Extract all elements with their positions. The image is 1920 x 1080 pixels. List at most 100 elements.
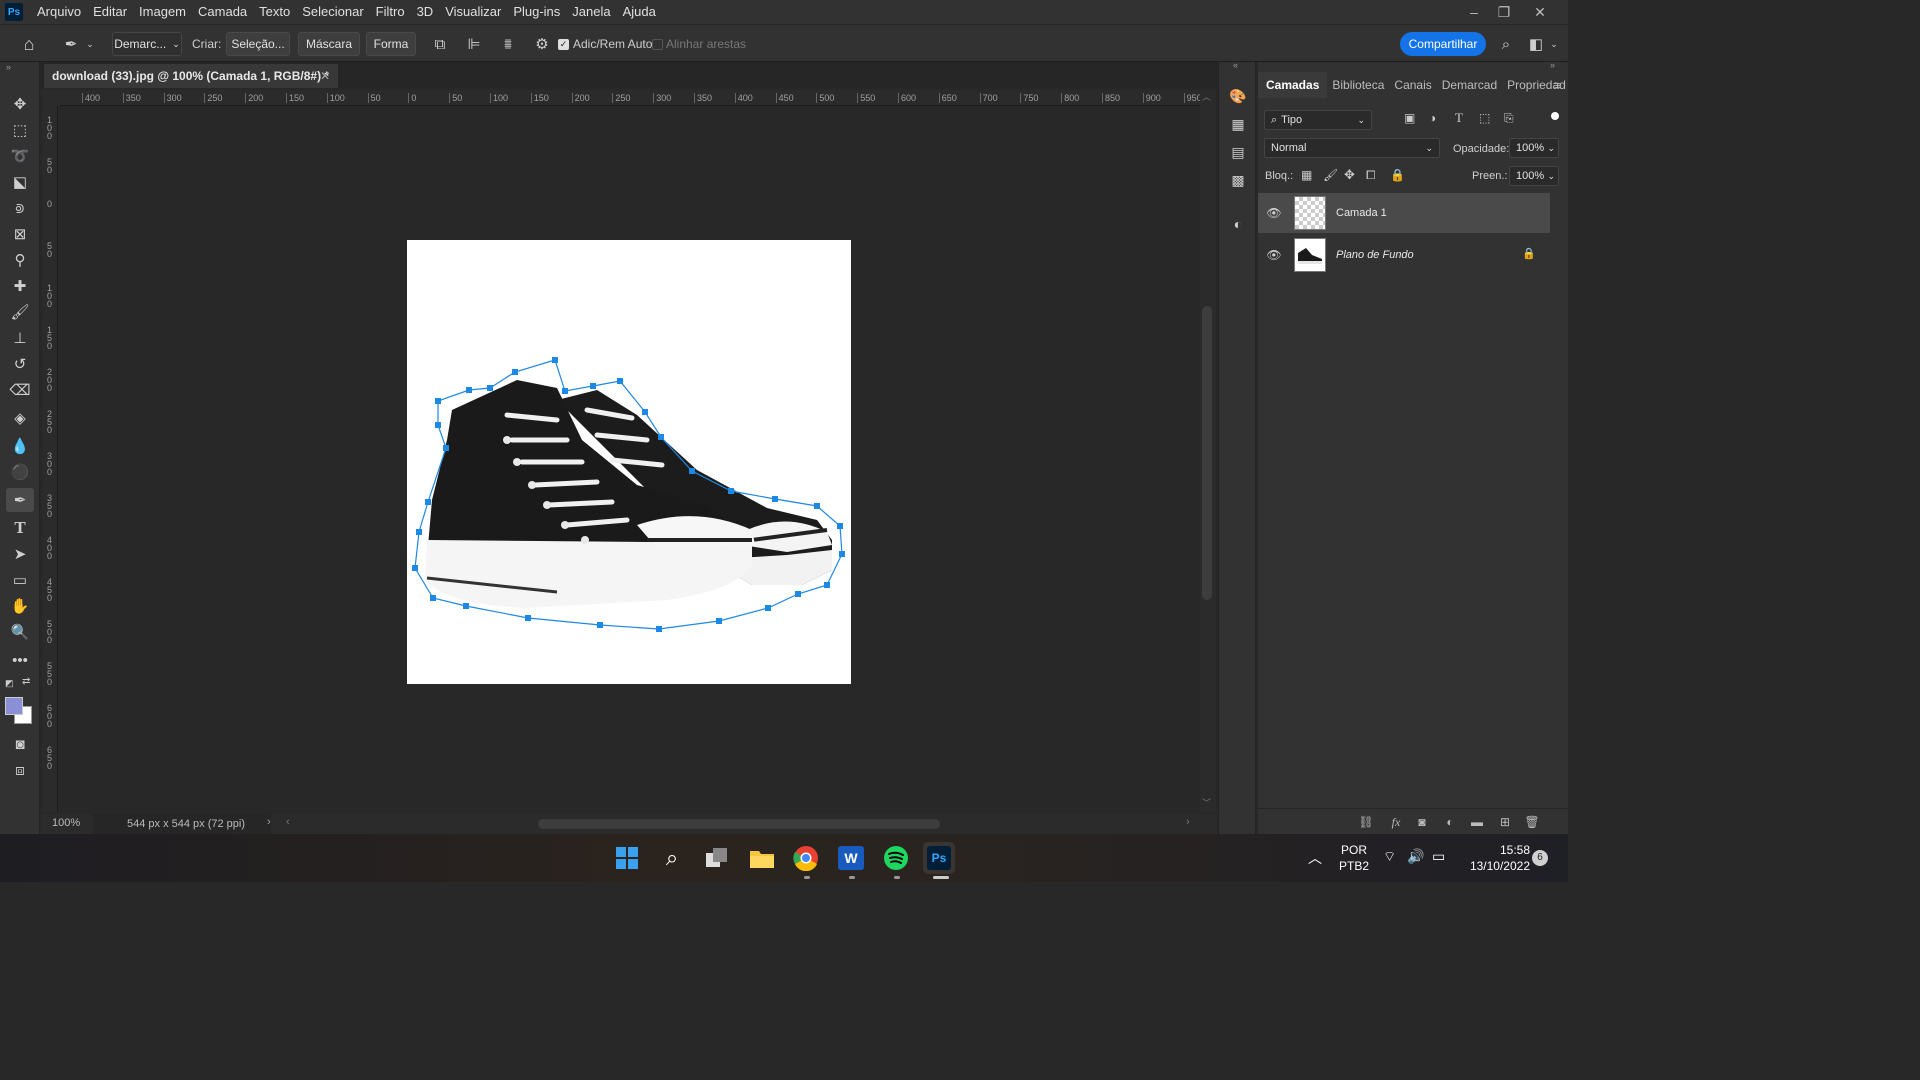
lock-all-icon[interactable]: 🔒	[1390, 168, 1405, 182]
move-tool-icon[interactable]: ✥	[6, 92, 34, 116]
path-operations-icon[interactable]: ⧉	[429, 33, 451, 55]
menu-arquivo[interactable]: Arquivo	[31, 0, 87, 24]
close-tab-icon[interactable]: ✕	[320, 69, 330, 83]
layer-filter-dropdown[interactable]: ⌕ Tipo ⌄	[1264, 110, 1372, 130]
panel-menu-icon[interactable]: ≡	[1554, 80, 1560, 92]
path-anchor-point[interactable]	[430, 595, 436, 601]
vertical-scrollbar[interactable]: ︿ ﹀	[1200, 90, 1216, 812]
filter-toggle-icon[interactable]	[1551, 112, 1559, 120]
quick-mask-icon[interactable]: ◙	[6, 732, 34, 756]
workspace-icon[interactable]: ◧	[1525, 33, 1547, 55]
path-anchor-point[interactable]	[435, 422, 441, 428]
photoshop-taskbar-icon[interactable]: Ps	[923, 842, 955, 874]
layer-name[interactable]: Plano de Fundo	[1336, 249, 1414, 261]
brush-tool-icon[interactable]: 🖌	[6, 300, 34, 324]
path-anchor-point[interactable]	[416, 529, 422, 535]
new-layer-icon[interactable]: ⊞	[1495, 813, 1515, 831]
object-selection-tool-icon[interactable]: ⬕	[6, 170, 34, 194]
shape-button[interactable]: Forma	[366, 32, 416, 56]
spotify-icon[interactable]	[880, 842, 912, 874]
pen-tool-icon[interactable]: ✒	[6, 488, 34, 512]
notification-badge[interactable]: 6	[1532, 850, 1548, 866]
collapse-panel-icon[interactable]: »	[1550, 60, 1555, 70]
eraser-tool-icon[interactable]: ⌫	[6, 378, 34, 402]
zoom-tool-icon[interactable]: 🔍	[6, 620, 34, 644]
close-button[interactable]: ✕	[1524, 0, 1556, 24]
path-anchor-point[interactable]	[617, 378, 623, 384]
path-anchor-point[interactable]	[765, 605, 771, 611]
pen-mode-dropdown[interactable]: Demarc... ⌄	[112, 32, 182, 56]
battery-icon[interactable]: ▭	[1432, 848, 1445, 865]
path-anchor-point[interactable]	[443, 445, 449, 451]
eyedropper-tool-icon[interactable]: ⚲	[6, 248, 34, 272]
path-arrangement-icon[interactable]: ⩩	[497, 33, 519, 55]
blend-mode-dropdown[interactable]: Normal ⌄	[1264, 138, 1440, 158]
path-anchor-point[interactable]	[562, 388, 568, 394]
document-tab[interactable]: download (33).jpg @ 100% (Camada 1, RGB/…	[44, 64, 338, 88]
word-icon[interactable]: W	[835, 842, 867, 874]
search-icon[interactable]: ⌕	[1495, 33, 1517, 55]
tab-camadas[interactable]: Camadas	[1258, 72, 1328, 98]
delete-layer-icon[interactable]: 🗑	[1522, 813, 1542, 831]
path-anchor-point[interactable]	[466, 387, 472, 393]
path-anchor-point[interactable]	[716, 618, 722, 624]
healing-brush-tool-icon[interactable]: ✚	[6, 274, 34, 298]
filter-adjustment-icon[interactable]: ◑	[1429, 111, 1436, 125]
new-adjustment-layer-icon[interactable]: ◐	[1440, 813, 1460, 831]
vertical-scroll-thumb[interactable]	[1202, 306, 1212, 600]
photoshop-logo-icon[interactable]: Ps	[5, 3, 23, 21]
lock-image-icon[interactable]: 🖌	[1323, 168, 1338, 182]
home-icon[interactable]: ⌂	[18, 33, 40, 55]
language-indicator[interactable]: POR PTB2	[1334, 842, 1374, 874]
scroll-down-icon[interactable]: ﹀	[1202, 796, 1211, 809]
menu-camada[interactable]: Camada	[192, 0, 253, 24]
path-anchor-point[interactable]	[412, 565, 418, 571]
path-anchor-point[interactable]	[487, 385, 493, 391]
lock-transparent-icon[interactable]: ▦	[1301, 168, 1312, 182]
menu-plugins[interactable]: Plug-ins	[507, 0, 566, 24]
add-mask-icon[interactable]: ◙	[1412, 813, 1432, 831]
chevron-up-icon[interactable]: ︿	[1308, 848, 1322, 868]
chrome-icon[interactable]	[790, 842, 822, 874]
default-colors-icon[interactable]: ◩	[5, 678, 15, 688]
path-anchor-point[interactable]	[642, 409, 648, 415]
menu-filtro[interactable]: Filtro	[370, 0, 411, 24]
selection-button[interactable]: Seleção...	[226, 32, 290, 56]
wifi-icon[interactable]: ⌔	[1383, 848, 1396, 866]
menu-texto[interactable]: Texto	[253, 0, 296, 24]
path-anchor-point[interactable]	[552, 357, 558, 363]
filter-pixel-icon[interactable]: ▣	[1404, 111, 1415, 125]
filter-type-icon[interactable]: T	[1455, 110, 1463, 126]
screen-mode-icon[interactable]: ⧈	[6, 758, 34, 782]
menu-editar[interactable]: Editar	[87, 0, 133, 24]
chevron-down-icon[interactable]: ⌄	[1548, 33, 1560, 55]
path-anchor-point[interactable]	[435, 398, 441, 404]
menu-3d[interactable]: 3D	[411, 0, 440, 24]
menu-imagem[interactable]: Imagem	[133, 0, 192, 24]
swatches-icon[interactable]: ▦	[1227, 113, 1249, 135]
scroll-left-icon[interactable]: ‹	[286, 816, 290, 828]
path-anchor-point[interactable]	[597, 622, 603, 628]
expand-icon[interactable]: «	[1233, 60, 1238, 70]
task-view-icon[interactable]	[701, 842, 733, 874]
windows-start-icon[interactable]	[611, 842, 643, 874]
lock-artboard-icon[interactable]: ⧠	[1366, 168, 1376, 183]
auto-add-delete-checkbox[interactable]: ✓	[558, 39, 569, 50]
path-anchor-point[interactable]	[795, 591, 801, 597]
hand-tool-icon[interactable]: ✋	[6, 594, 34, 618]
menu-ajuda[interactable]: Ajuda	[617, 0, 662, 24]
path-selection-tool-icon[interactable]: ➤	[6, 542, 34, 566]
lock-position-icon[interactable]: ✥	[1344, 167, 1355, 183]
mask-button[interactable]: Máscara	[298, 32, 360, 56]
more-tools-icon[interactable]: •••	[6, 648, 34, 672]
path-anchor-point[interactable]	[590, 383, 596, 389]
filter-smart-object-icon[interactable]: ⎘	[1504, 111, 1514, 126]
type-tool-icon[interactable]: T	[6, 516, 34, 540]
share-button[interactable]: Compartilhar	[1400, 32, 1486, 56]
eye-icon[interactable]: 👁	[1266, 205, 1282, 221]
rectangle-tool-icon[interactable]: ▭	[6, 568, 34, 592]
history-brush-tool-icon[interactable]: ↺	[6, 352, 34, 376]
path-anchor-point[interactable]	[658, 434, 664, 440]
clock[interactable]: 15:58 13/10/2022	[1460, 842, 1530, 874]
menu-selecionar[interactable]: Selecionar	[296, 0, 369, 24]
